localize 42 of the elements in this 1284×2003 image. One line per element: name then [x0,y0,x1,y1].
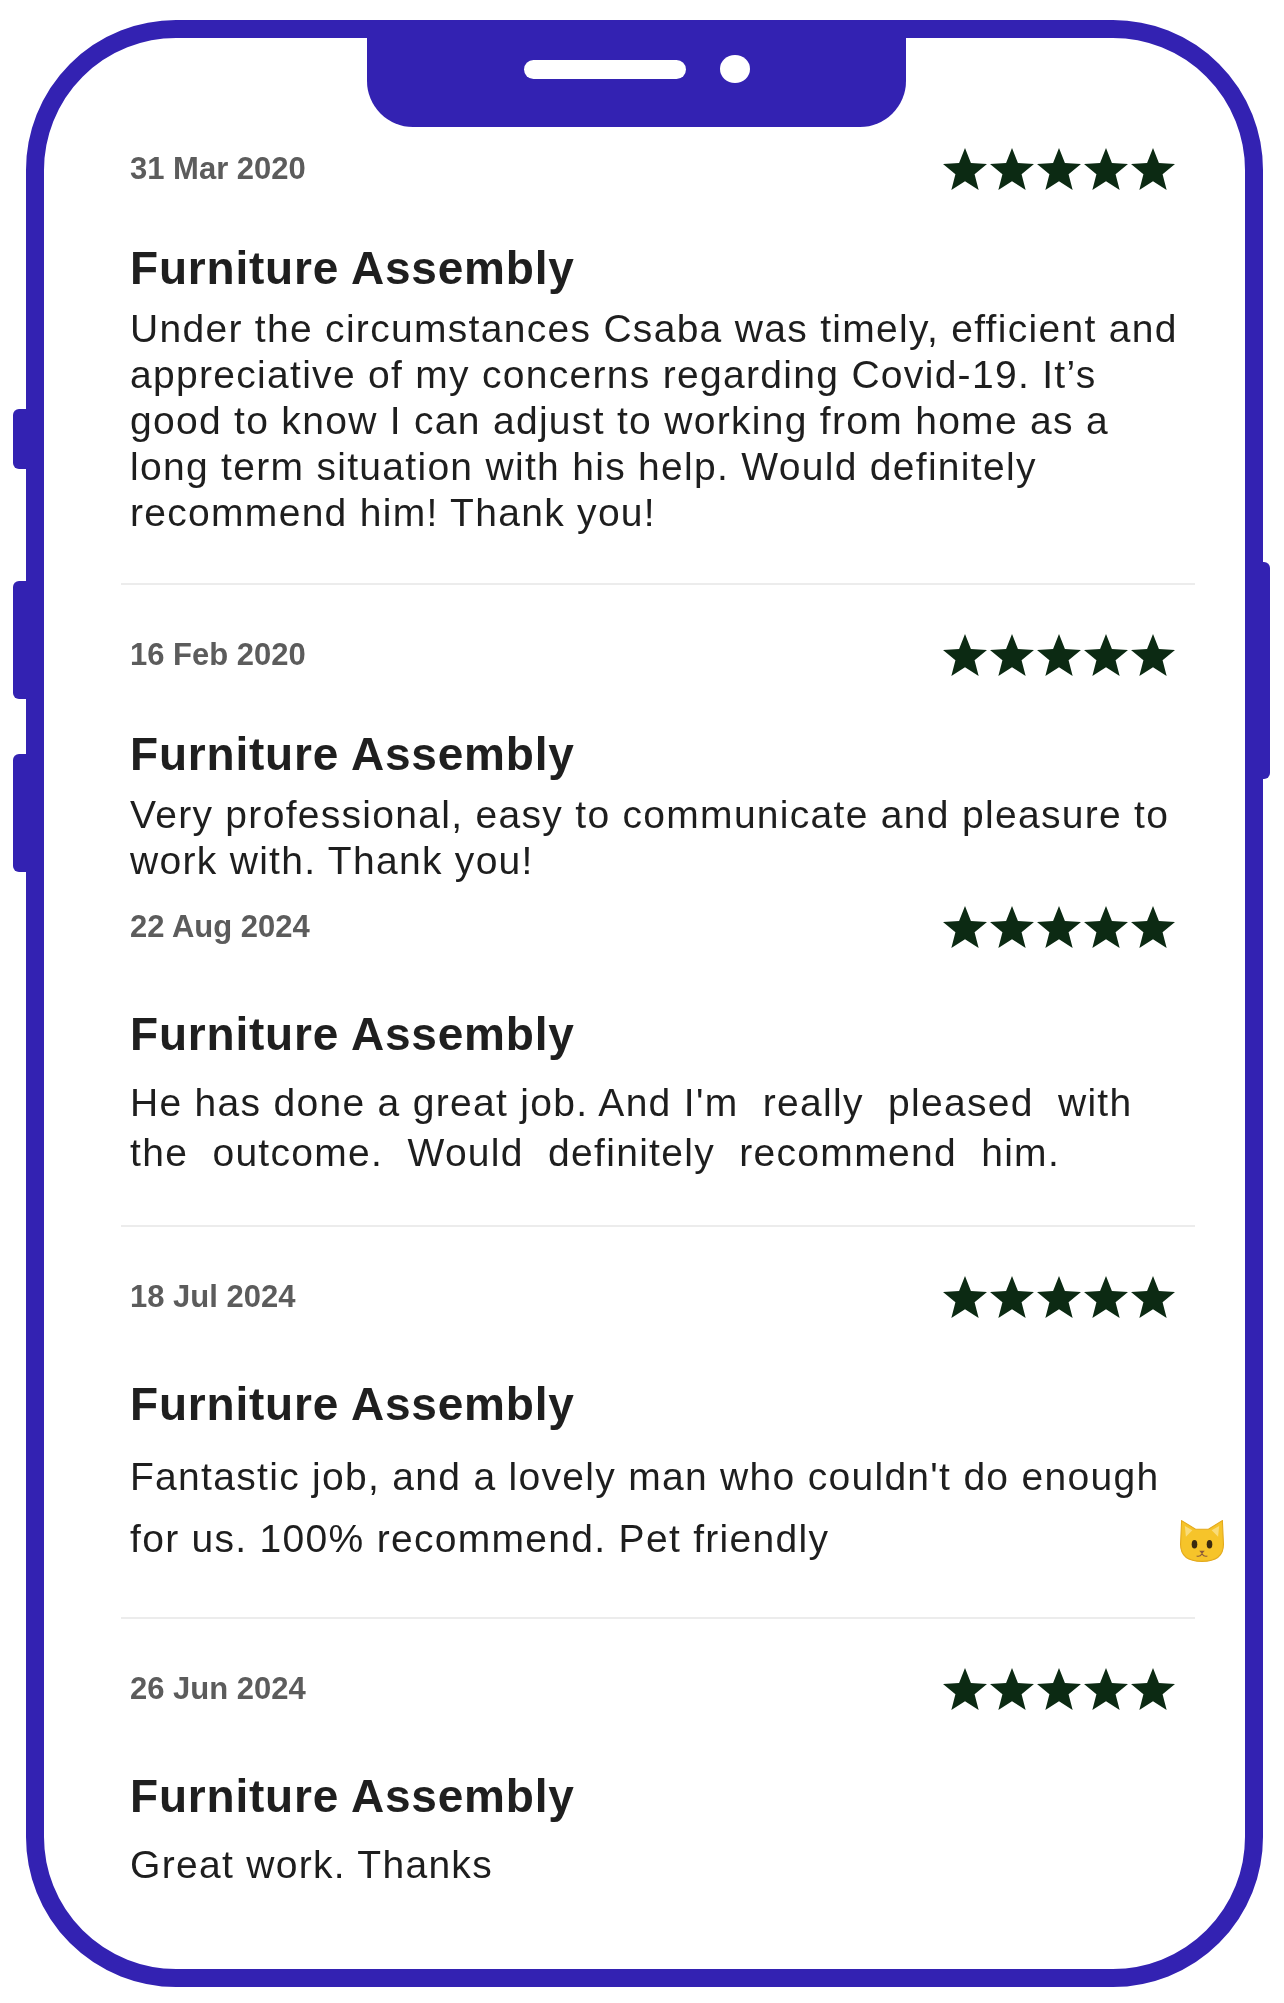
camera-dot-icon [719,55,750,83]
star-icon [1037,148,1081,190]
review-date: 31 Mar 2020 [130,151,306,187]
review-date: 26 Jun 2024 [130,1671,306,1707]
star-icon [1131,1668,1175,1710]
review-text: He has done a great job. And I'm really pleased with the outcome. Would definitely recommend him. [130,1080,1134,1176]
star-icon [990,634,1034,676]
star-icon [1084,148,1128,190]
star-icon [1037,634,1081,676]
star-icon [1037,1276,1081,1318]
star-icon [943,148,987,190]
review-text: Under the circumstances Csaba was timely, efficient and appreciative of my concerns regarding Covid-19. It’s good to know I can adjust to working from home as a long term situation with his help. Would definitely recommend him! Thank you! [130,306,1179,536]
speaker-slot-icon [523,59,686,79]
review-title: Furniture Assembly [130,242,576,294]
review-title: Furniture Assembly [130,1378,576,1430]
star-icon [990,1668,1034,1710]
star-icon [1084,1276,1128,1318]
review-date: 16 Feb 2020 [130,637,306,673]
star-icon [1131,148,1175,190]
review-title: Furniture Assembly [130,1008,576,1060]
star-icon [943,634,987,676]
star-icon [990,148,1034,190]
review-text: Great work. Thanks [130,1842,493,1888]
star-icon [1084,906,1128,948]
star-icon [1037,906,1081,948]
review-text: Very professional, easy to communicate and pleasure to work with. Thank you! [130,792,1171,884]
star-icon [1084,1668,1128,1710]
star-icon [1131,1276,1175,1318]
review-title: Furniture Assembly [130,1770,576,1822]
star-icon [1037,1668,1081,1710]
star-icon [943,906,987,948]
review-date: 18 Jul 2024 [130,1279,296,1315]
star-icon [990,906,1034,948]
star-icon [1131,906,1175,948]
star-icon [1131,634,1175,676]
star-icon [943,1276,987,1318]
review-text: Fantastic job, and a lovely man who couldn't do enough for us. 100% recommend. Pet friendly [130,1454,1161,1562]
star-icon [990,1276,1034,1318]
star-icon [943,1668,987,1710]
star-icon [1084,634,1128,676]
review-date: 22 Aug 2024 [130,909,310,945]
review-title: Furniture Assembly [130,728,576,780]
